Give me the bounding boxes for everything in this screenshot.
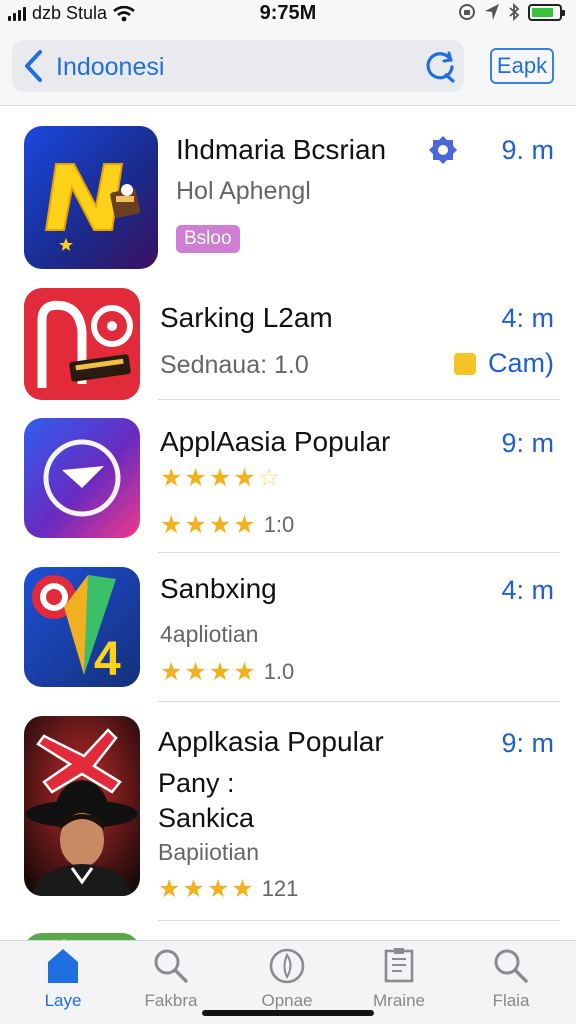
refresh-icon[interactable] — [422, 49, 458, 85]
play-circle-icon[interactable] — [24, 418, 140, 538]
back-chevron-icon[interactable] — [18, 48, 50, 84]
app-time: 4: m — [501, 575, 554, 605]
app-store-screen: dzb Stula 9:75M Indoonesi Eapk Ihdmaria … — [0, 0, 576, 1024]
star-icon: ★ — [206, 874, 230, 903]
rating-value: 121 — [261, 876, 299, 901]
portrait-icon[interactable] — [24, 716, 140, 896]
verified-badge-icon — [429, 136, 457, 164]
star-icon: ★ — [208, 657, 232, 686]
star-icon: ★ — [160, 510, 183, 539]
app-name: Applkasia Popular — [158, 726, 384, 757]
star-icon: ★ — [160, 657, 183, 686]
app-time: 4: m — [501, 303, 554, 333]
star-icon: ★ — [208, 510, 232, 539]
star-icon: ★ — [158, 874, 181, 903]
list-item[interactable]: Applkasia Popular 9: m Pany : Sankica Ba… — [0, 702, 576, 921]
search-bar[interactable]: Indoonesi — [12, 40, 464, 92]
app-name: ApplAasia Popular — [160, 426, 391, 457]
star-icon: ★ — [160, 464, 183, 492]
tab-label: Flaia — [492, 991, 530, 1010]
app-name: Sarking L2am — [160, 302, 333, 333]
home-indicator[interactable] — [202, 1010, 374, 1016]
star-rating: ★ ★ ★ ★ ☆ — [160, 466, 280, 491]
tab-compass[interactable]: Opnae — [232, 947, 342, 1011]
n-logo-icon[interactable] — [24, 126, 158, 269]
tab-label: Mraine — [373, 991, 425, 1010]
location-icon — [485, 4, 499, 20]
app-time: 9: m — [501, 428, 554, 458]
star-icon: ★ — [184, 464, 207, 492]
red-ring-icon[interactable] — [24, 288, 140, 400]
star-icon: ★ — [184, 510, 207, 539]
app-time: 9: m — [501, 728, 554, 758]
rotation-lock-icon — [459, 4, 475, 20]
app-line: Pany : — [158, 768, 235, 798]
star-icon: ★ — [231, 874, 254, 903]
category-badge: Bsloo — [176, 225, 240, 253]
header-action-button[interactable]: Eapk — [490, 48, 554, 84]
status-bar: dzb Stula 9:75M — [0, 0, 576, 26]
app-subtitle: Bapiiotian — [158, 839, 260, 865]
star-outline-icon: ☆ — [257, 464, 281, 492]
star-icon: ★ — [182, 874, 205, 903]
star-icon: ★ — [184, 657, 207, 686]
bluetooth-icon — [509, 3, 520, 21]
star-icon: ★ — [233, 657, 256, 686]
tab-search[interactable]: Fakbra — [116, 947, 226, 1011]
app-name: Ihdmaria Bcsrian — [176, 134, 387, 165]
tab-label: Laye — [44, 991, 82, 1010]
svg-text:4: 4 — [94, 633, 121, 686]
list-item[interactable]: ApplAasia Popular 9: m ★ ★ ★ ★ ☆ ★ ★ ★ ★… — [0, 400, 576, 553]
star-rating: ★ ★ ★ ★ 1.0 — [160, 659, 294, 685]
home-icon — [48, 949, 78, 983]
tab-label: Opnae — [261, 991, 313, 1010]
tab-document[interactable]: Mraine — [344, 947, 454, 1011]
list-item[interactable]: 4 Sanbxing 4: m 4apliotian ★ ★ ★ ★ 1.0 — [0, 553, 576, 702]
star-icon: ★ — [208, 464, 232, 492]
battery-icon — [528, 3, 565, 21]
app-subtitle: 4apliotian — [160, 621, 259, 647]
app-line: Sankica — [158, 803, 255, 833]
tab-search-2[interactable]: Flaia — [456, 947, 566, 1011]
star-icon: ★ — [233, 464, 256, 492]
status-dot-icon — [454, 353, 476, 375]
star-rating: ★ ★ ★ ★ 1:0 — [160, 512, 294, 538]
list-item[interactable]: Sarking L2am 4: m Sednaua: 1.0 Cam) — [0, 283, 576, 400]
star-icon: ★ — [233, 510, 256, 539]
app-time: 9. m — [501, 135, 554, 165]
star-rating: ★ ★ ★ ★ 121 — [158, 876, 298, 902]
search-query[interactable]: Indoonesi — [56, 53, 164, 82]
app-name: Sanbxing — [160, 573, 277, 604]
document-icon — [384, 948, 414, 983]
rating-value: 1:0 — [263, 512, 295, 537]
search-icon — [494, 949, 528, 983]
target-kite-icon[interactable]: 4 — [24, 567, 140, 687]
app-subtitle: Hol Aphengl — [176, 177, 311, 205]
list-item[interactable]: Ihdmaria Bcsrian 9. m Hol Aphengl Bsloo — [0, 107, 576, 283]
header: Indoonesi Eapk — [0, 26, 576, 106]
rating-value: 1.0 — [263, 659, 295, 684]
status-right — [458, 3, 565, 21]
search-icon — [154, 949, 188, 983]
tab-home[interactable]: Laye — [8, 947, 118, 1011]
app-subtitle: Sednaua: 1.0 — [160, 351, 309, 379]
app-action-label[interactable]: Cam) — [488, 348, 554, 379]
tab-label: Fakbra — [144, 991, 198, 1010]
compass-icon — [269, 948, 305, 984]
